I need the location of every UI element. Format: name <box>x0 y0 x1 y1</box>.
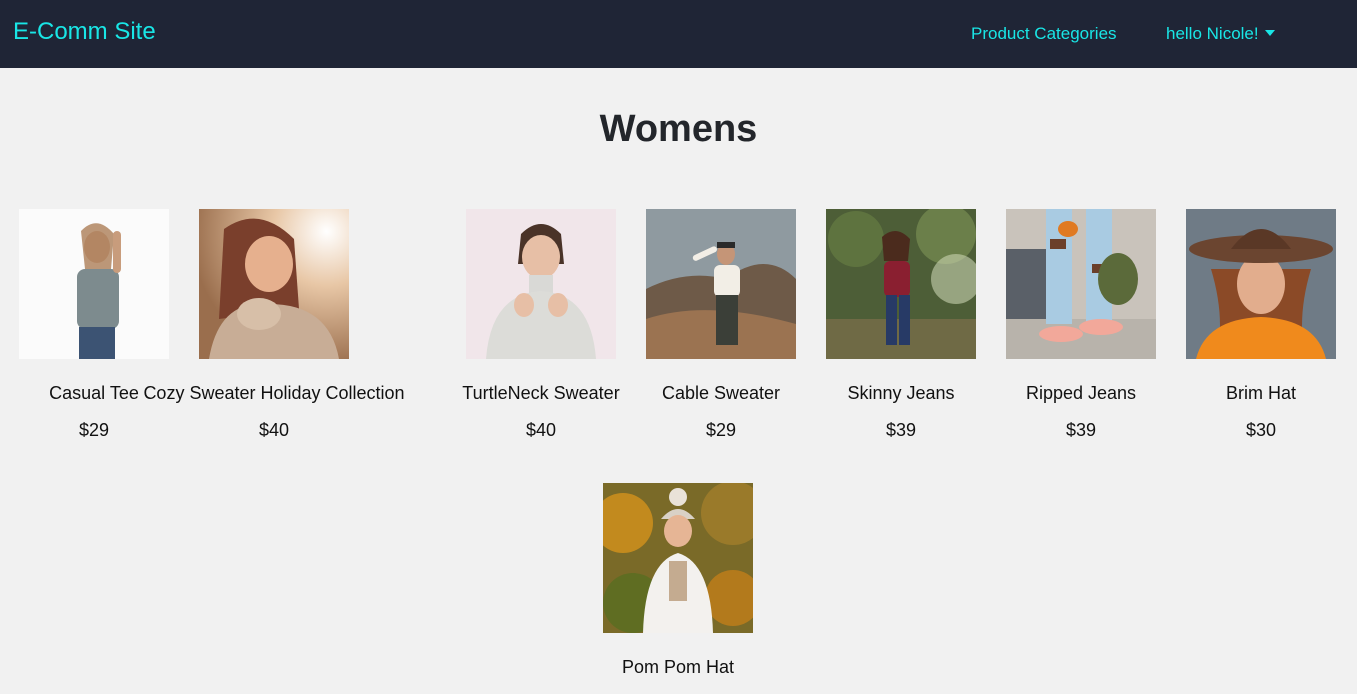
top-navbar: E-Comm Site Product Categories hello Nic… <box>0 0 1357 68</box>
product-card[interactable]: TurtleNeck Sweater $40 <box>462 209 620 440</box>
product-name: Cozy Sweater Holiday Collection <box>143 383 405 403</box>
product-image[interactable] <box>1006 209 1156 359</box>
product-image[interactable] <box>19 209 169 359</box>
product-image[interactable] <box>603 483 753 633</box>
user-menu-dropdown[interactable]: hello Nicole! <box>1166 24 1275 44</box>
product-image[interactable] <box>1186 209 1336 359</box>
product-card[interactable]: Casual Tee $29 <box>19 209 169 440</box>
product-card[interactable]: Ripped Jeans $39 <box>1006 209 1156 440</box>
product-card[interactable]: Cozy Sweater Holiday Collection $40 <box>143 209 405 440</box>
product-price: $40 <box>258 420 290 440</box>
user-greeting-label: hello Nicole! <box>1166 24 1259 43</box>
product-card[interactable]: Cable Sweater $29 <box>646 209 796 440</box>
product-image[interactable] <box>826 209 976 359</box>
product-name: Brim Hat <box>1225 383 1296 403</box>
product-categories-link[interactable]: Product Categories <box>971 24 1117 44</box>
product-card[interactable]: Brim Hat $30 <box>1186 209 1336 440</box>
brand-logo-link[interactable]: E-Comm Site <box>13 18 156 46</box>
product-price: $30 <box>1245 420 1277 440</box>
product-card[interactable]: Skinny Jeans $39 <box>826 209 976 440</box>
product-name: Pom Pom Hat <box>621 657 735 677</box>
product-image[interactable] <box>199 209 349 359</box>
caret-down-icon <box>1264 29 1275 36</box>
product-image[interactable] <box>466 209 616 359</box>
product-card[interactable]: Pom Pom Hat <box>603 483 753 677</box>
page-title: Womens <box>599 108 758 150</box>
product-image[interactable] <box>646 209 796 359</box>
